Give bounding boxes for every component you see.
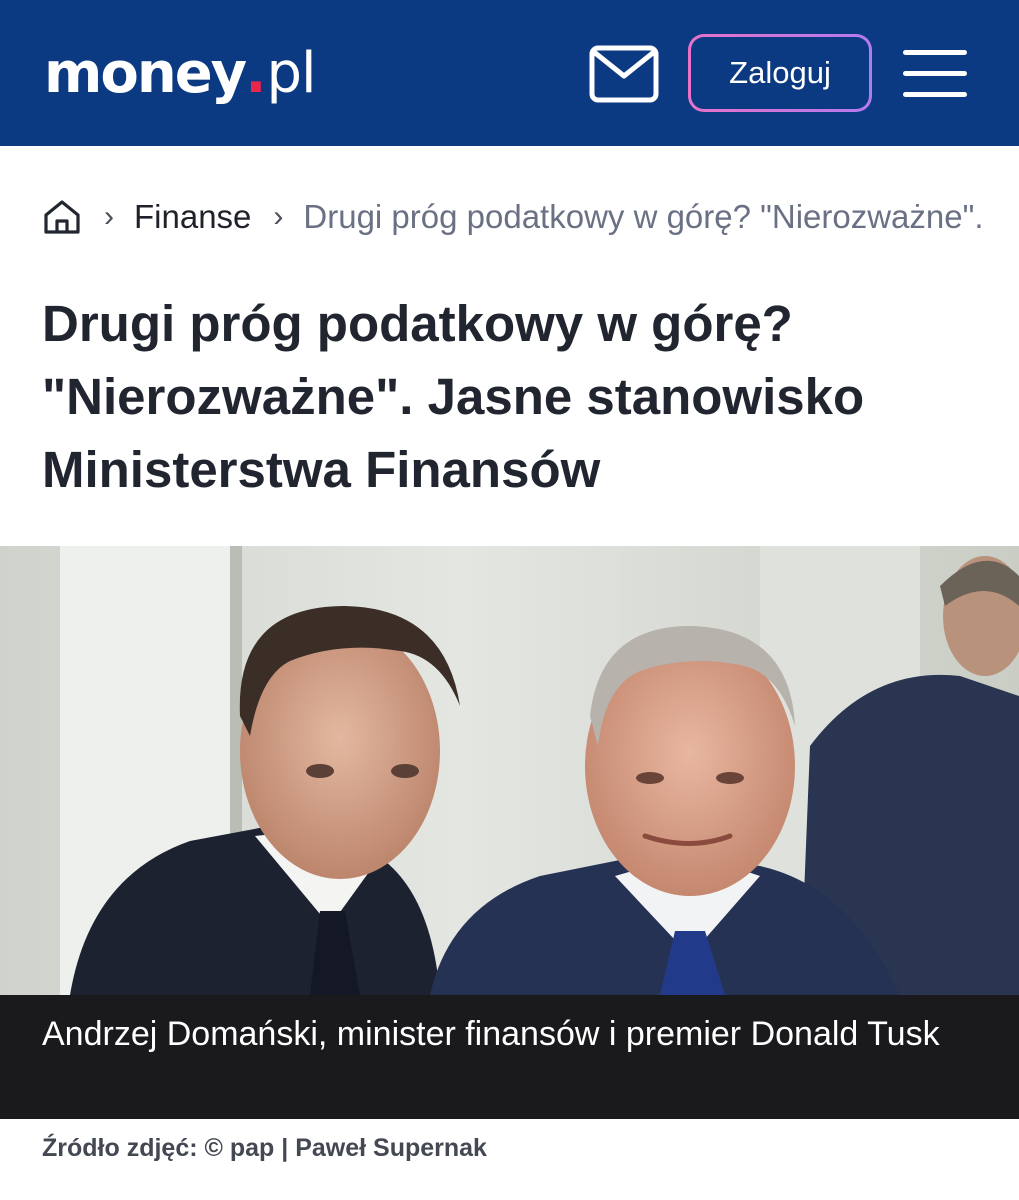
breadcrumb-item-current: Drugi próg podatkowy w górę? "Nierozważn… xyxy=(303,198,982,235)
menu-line xyxy=(903,50,967,55)
article-title: Drugi próg podatkowy w górę? "Nierozważn… xyxy=(42,295,865,498)
hamburger-menu-icon[interactable] xyxy=(903,46,969,102)
logo-tld: pl xyxy=(266,41,316,106)
menu-line xyxy=(903,92,967,97)
photo-source: Źródło zdjęć: © pap | Paweł Supernak xyxy=(42,1134,487,1162)
breadcrumb-item-finanse[interactable]: Finanse xyxy=(134,198,251,236)
home-icon[interactable] xyxy=(42,197,82,237)
mail-button[interactable] xyxy=(588,44,660,104)
menu-line xyxy=(903,71,967,76)
login-button[interactable]: Zaloguj xyxy=(688,34,872,112)
chevron-right-icon: › xyxy=(104,200,114,233)
article-photo xyxy=(0,546,1019,995)
breadcrumb: › Finanse › Drugi próg podatkowy w górę?… xyxy=(42,190,982,244)
chevron-right-icon: › xyxy=(273,200,284,233)
article-photo-image xyxy=(0,546,1019,995)
logo-name: money xyxy=(44,41,247,106)
mail-envelope-icon xyxy=(589,45,659,103)
login-button-label: Zaloguj xyxy=(691,37,869,109)
logo-dot: . xyxy=(245,41,267,106)
site-header: money. pl Zaloguj xyxy=(0,0,1019,146)
money-pl-logo[interactable]: money. pl xyxy=(44,34,317,114)
photo-caption: Andrzej Domański, minister finansów i pr… xyxy=(0,995,1019,1119)
